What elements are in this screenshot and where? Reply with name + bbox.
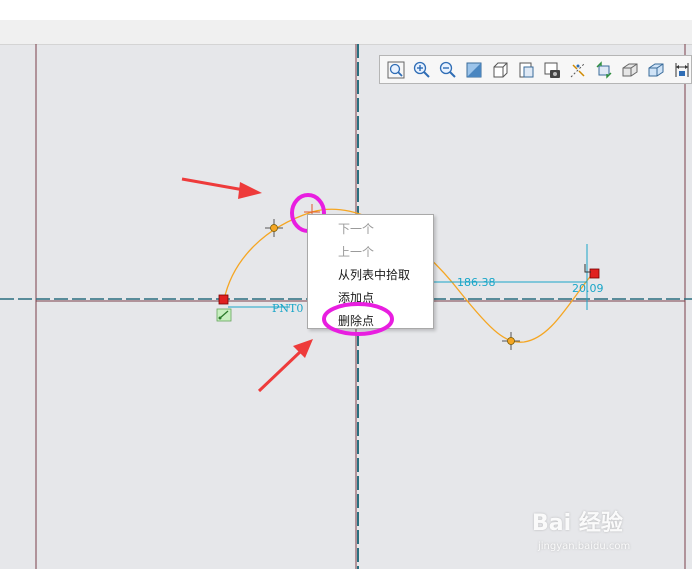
shade-mode-button[interactable] — [461, 58, 487, 82]
view-manager-icon — [519, 62, 534, 77]
view-manager-button[interactable] — [513, 58, 539, 82]
spin-center-icon — [596, 60, 612, 79]
spin-center-button[interactable] — [591, 58, 617, 82]
red-arrow-icon — [181, 177, 262, 199]
spline-point-icon[interactable] — [502, 332, 520, 350]
menu-item-pick-from-list[interactable]: 从列表中拾取 — [308, 264, 433, 287]
point-label: PNT0 — [272, 302, 304, 315]
zoom-in-button[interactable] — [409, 58, 435, 82]
datum-display-button[interactable] — [565, 58, 591, 82]
view-orientation-icon — [493, 62, 508, 77]
menu-item-next[interactable]: 下一个 — [308, 218, 433, 241]
menu-item-previous[interactable]: 上一个 — [308, 241, 433, 264]
red-arrow-icon — [257, 339, 313, 393]
zoom-fit-icon — [387, 61, 405, 78]
shade-mode-icon — [466, 62, 482, 77]
saved-views-icon — [648, 63, 664, 76]
spline-endpoint-icon[interactable] — [584, 244, 600, 310]
snapshot-icon — [544, 62, 560, 78]
display-style-icon — [622, 63, 638, 76]
display-style-button[interactable] — [617, 58, 643, 82]
zoom-out-icon — [439, 61, 456, 78]
snapshot-button[interactable] — [539, 58, 565, 82]
dimension-value[interactable]: 186.38 — [457, 276, 496, 289]
annotation-display-button[interactable] — [669, 58, 692, 82]
context-menu: 下一个 上一个 从列表中拾取 添加点 删除点 — [307, 214, 434, 329]
annotation-display-icon — [675, 62, 689, 77]
baidu-watermark: Bai 经验 jingyan.baidu.com — [532, 505, 692, 565]
zoom-in-icon — [413, 61, 430, 78]
dimension-value[interactable]: 20.09 — [572, 282, 604, 295]
saved-views-button[interactable] — [643, 58, 669, 82]
datum-display-icon — [570, 62, 586, 77]
zoom-fit-button[interactable] — [383, 58, 409, 82]
menu-item-delete-point[interactable]: 删除点 — [308, 310, 433, 333]
zoom-out-button[interactable] — [435, 58, 461, 82]
view-toolbar — [379, 55, 692, 84]
watermark-url: jingyan.baidu.com — [538, 541, 631, 552]
watermark-logo: Bai 经验 — [532, 511, 623, 536]
menu-item-add-point[interactable]: 添加点 — [308, 287, 433, 310]
view-orientation-button[interactable] — [487, 58, 513, 82]
